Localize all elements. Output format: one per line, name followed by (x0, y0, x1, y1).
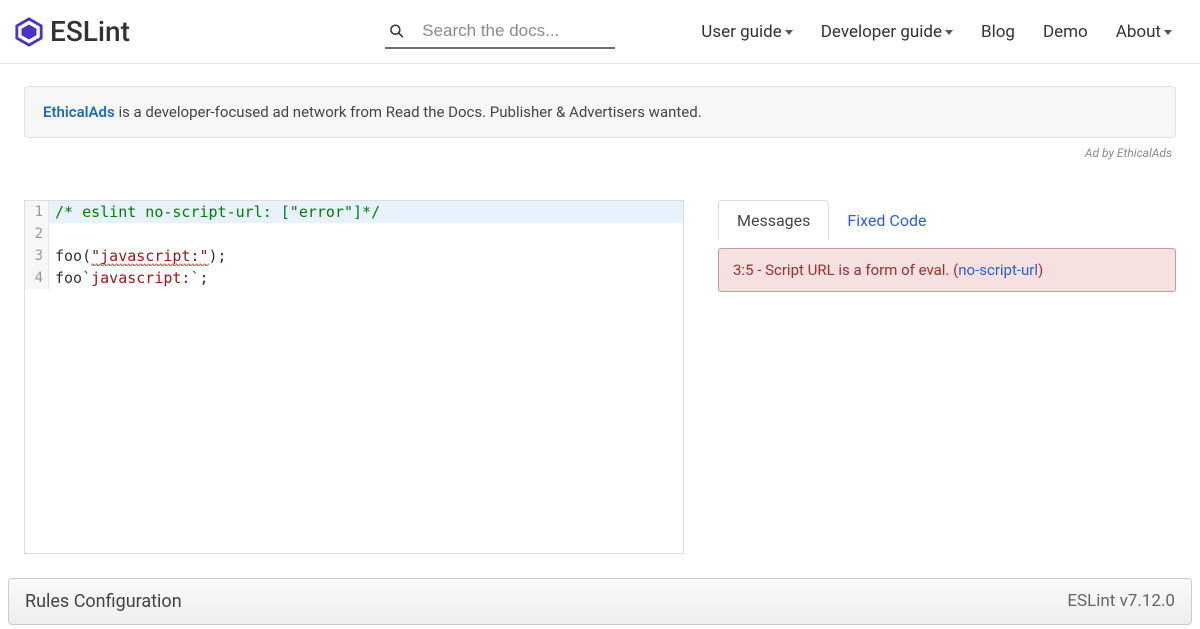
code-line: 2 (25, 223, 683, 245)
rules-config-bar[interactable]: Rules Configuration ESLint v7.12.0 (8, 578, 1192, 625)
message-rule-link[interactable]: no-script-url (958, 261, 1038, 279)
line-number: 4 (25, 267, 49, 289)
code-text: ); (209, 247, 227, 265)
rules-config-title: Rules Configuration (25, 591, 182, 612)
brand-name: ESLint (50, 15, 130, 48)
nav-user-guide-label: User guide (701, 22, 781, 42)
nav-user-guide[interactable]: User guide (701, 22, 792, 42)
eslint-version: ESLint v7.12.0 (1067, 591, 1175, 612)
code-comment: /* eslint no-script-url: ["error"]*/ (55, 203, 380, 221)
message-rule-close: ) (1038, 261, 1043, 279)
line-number: 2 (25, 223, 49, 245)
chevron-down-icon (1164, 30, 1172, 35)
nav-about-label: About (1116, 22, 1161, 42)
lint-message[interactable]: 3:5 - Script URL is a form of eval. (no-… (718, 248, 1176, 292)
line-number: 1 (25, 201, 49, 223)
code-line: 3 foo("javascript:"); (25, 245, 683, 267)
results-pane: Messages Fixed Code 3:5 - Script URL is … (718, 200, 1176, 554)
result-tabs: Messages Fixed Code (718, 200, 1176, 240)
code-text: foo` (55, 269, 91, 287)
line-number: 3 (25, 245, 49, 267)
nav-blog-label: Blog (981, 22, 1015, 42)
code-text: foo( (55, 247, 91, 265)
tab-fixed-code[interactable]: Fixed Code (828, 200, 945, 240)
tab-messages[interactable]: Messages (718, 200, 829, 240)
message-location: 3:5 (733, 261, 754, 279)
ad-container: EthicalAds is a developer-focused ad net… (0, 64, 1200, 164)
code-string-error: "javascript:" (91, 247, 208, 266)
eslint-logo-icon (14, 17, 44, 47)
ad-text: is a developer-focused ad network from R… (115, 103, 702, 121)
code-text: `; (190, 269, 208, 287)
chevron-down-icon (945, 30, 953, 35)
nav-developer-guide[interactable]: Developer guide (821, 22, 953, 42)
nav-demo-label: Demo (1043, 22, 1088, 42)
nav-blog[interactable]: Blog (981, 22, 1015, 42)
search-box[interactable] (385, 15, 615, 49)
code-string: javascript: (91, 269, 190, 287)
main-content: 1 /* eslint no-script-url: ["error"]*/ 2… (0, 164, 1200, 554)
ad-banner[interactable]: EthicalAds is a developer-focused ad net… (24, 86, 1176, 138)
nav-links: User guide Developer guide Blog Demo Abo… (701, 22, 1186, 42)
message-text: - Script URL is a form of eval. (754, 261, 954, 279)
search-icon (389, 22, 404, 40)
code-editor[interactable]: 1 /* eslint no-script-url: ["error"]*/ 2… (24, 200, 684, 554)
header-nav: ESLint User guide Developer guide Blog D… (0, 0, 1200, 64)
ad-link[interactable]: EthicalAds (43, 103, 115, 121)
tab-fixed-code-label: Fixed Code (847, 211, 926, 230)
nav-about[interactable]: About (1116, 22, 1172, 42)
ad-attribution: Ad by EthicalAds (24, 138, 1176, 160)
tab-messages-label: Messages (737, 211, 810, 230)
chevron-down-icon (785, 30, 793, 35)
brand-link[interactable]: ESLint (14, 15, 130, 48)
code-line: 4 foo`javascript:`; (25, 267, 683, 289)
code-line: 1 /* eslint no-script-url: ["error"]*/ (25, 201, 683, 223)
nav-developer-guide-label: Developer guide (821, 22, 942, 42)
search-input[interactable] (422, 21, 611, 41)
nav-demo[interactable]: Demo (1043, 22, 1088, 42)
